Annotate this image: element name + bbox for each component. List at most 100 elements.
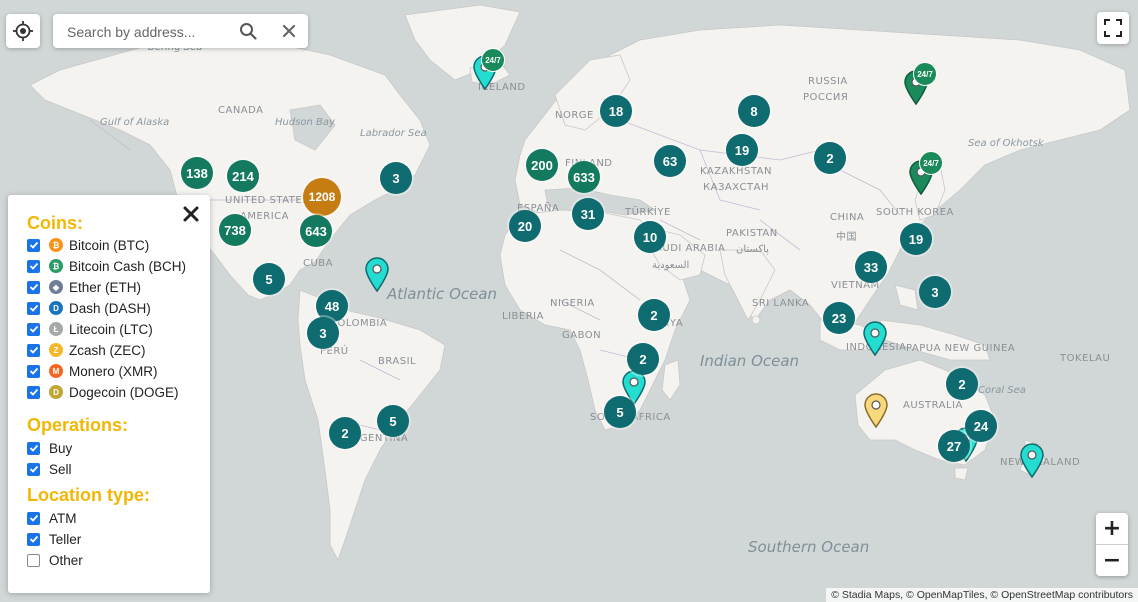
label-atlantic-ocean: Atlantic Ocean	[387, 285, 498, 303]
location-cluster[interactable]: 738	[219, 214, 251, 246]
location-cluster[interactable]: 2	[946, 368, 978, 400]
checkbox-checked[interactable]	[27, 280, 40, 294]
label-norge: NORGE	[555, 110, 594, 121]
filter-panel: Coins: ₿ Bitcoin (BTC) ₿ Bitcoin Cash (BCH)…	[8, 195, 210, 593]
location-cluster[interactable]: 2	[814, 142, 846, 174]
label-nigeria: NIGERIA	[550, 298, 595, 309]
filter-option[interactable]: Sell	[27, 460, 72, 478]
checkbox-checked[interactable]	[27, 238, 40, 252]
label-russia: RUSSIA	[808, 76, 848, 87]
label-labrador-sea: Labrador Sea	[360, 128, 427, 139]
location-cluster[interactable]: 8	[738, 95, 770, 127]
checkbox-checked[interactable]	[27, 364, 40, 378]
location-cluster[interactable]: 19	[900, 223, 932, 255]
world-map[interactable]: Bering Sea Gulf of Alaska Hudson Bay Lab…	[0, 0, 1138, 602]
location-cluster[interactable]: 138	[181, 157, 213, 189]
close-icon[interactable]	[182, 205, 200, 223]
filter-option-label: Bitcoin Cash (BCH)	[69, 258, 187, 274]
teller-pin[interactable]	[863, 392, 889, 428]
atm-pin[interactable]	[364, 256, 390, 292]
label-sri-lanka: SRI LANKA	[752, 298, 810, 309]
label-australia: AUSTRALIA	[903, 400, 963, 411]
filter-option[interactable]: D Dogecoin (DOGE)	[27, 383, 179, 401]
location-cluster[interactable]: 2	[329, 417, 361, 449]
location-cluster[interactable]: 5	[604, 396, 636, 428]
label-papua-new-guinea: PAPUA NEW GUINEA	[906, 343, 1016, 354]
filter-option-label: Other	[49, 552, 83, 568]
location-cluster[interactable]: 19	[726, 134, 758, 166]
filter-option[interactable]: Ł Litecoin (LTC)	[27, 320, 153, 338]
checkbox-checked[interactable]	[27, 385, 40, 399]
filter-option[interactable]: Buy	[27, 439, 72, 457]
map-attribution[interactable]: © Stadia Maps, © OpenMapTiles, © OpenStr…	[826, 588, 1138, 602]
label-china: CHINA	[830, 212, 865, 223]
filter-option[interactable]: M Monero (XMR)	[27, 362, 158, 380]
atm-pin[interactable]	[862, 320, 888, 356]
filter-option-label: Buy	[49, 440, 73, 456]
filter-option-label: Dogecoin (DOGE)	[69, 384, 179, 400]
checkbox-unchecked[interactable]	[27, 553, 40, 567]
label-coral-sea: Coral Sea	[978, 385, 1026, 396]
checkbox-checked[interactable]	[27, 532, 40, 546]
filter-option[interactable]: Other	[27, 551, 83, 569]
filter-option[interactable]: Z Zcash (ZEC)	[27, 341, 146, 359]
filter-option-label: Zcash (ZEC)	[69, 342, 146, 358]
checkbox-checked[interactable]	[27, 441, 40, 455]
bitcoin-icon: ₿	[49, 238, 63, 252]
location-cluster[interactable]: 18	[600, 95, 632, 127]
location-cluster[interactable]: 3	[307, 317, 339, 349]
location-cluster[interactable]: 10	[634, 221, 666, 253]
label-liberia: LIBERIA	[502, 311, 544, 322]
checkbox-checked[interactable]	[27, 511, 40, 525]
label-saudi-arabia-ar: السعودية	[652, 260, 690, 271]
label-turkiye: TÜRKİYE	[625, 207, 671, 218]
location-cluster[interactable]: 633	[568, 161, 600, 193]
checkbox-checked[interactable]	[27, 462, 40, 476]
location-cluster[interactable]: 3	[380, 162, 412, 194]
location-cluster[interactable]: 24	[965, 410, 997, 442]
checkbox-checked[interactable]	[27, 343, 40, 357]
location-cluster[interactable]: 3	[919, 276, 951, 308]
dash-icon: D	[49, 301, 63, 315]
atm-pin[interactable]	[1019, 442, 1045, 478]
zoom-out-button[interactable]: −	[1096, 545, 1128, 576]
label-hudson-bay: Hudson Bay	[275, 117, 335, 128]
filter-option[interactable]: Teller	[27, 530, 81, 548]
locate-me-button[interactable]	[6, 14, 40, 48]
location-cluster[interactable]: 643	[300, 215, 332, 247]
checkbox-checked[interactable]	[27, 259, 40, 273]
checkbox-checked[interactable]	[27, 301, 40, 315]
filter-option[interactable]: ATM	[27, 509, 77, 527]
location-cluster[interactable]: 33	[855, 251, 887, 283]
location-cluster[interactable]: 63	[654, 145, 686, 177]
filter-option[interactable]: ₿ Bitcoin Cash (BCH)	[27, 257, 186, 275]
label-gabon: GABON	[562, 330, 602, 341]
filter-option-label: Dash (DASH)	[69, 300, 151, 316]
location-cluster[interactable]: 2	[627, 343, 659, 375]
filter-option[interactable]: ◆ Ether (ETH)	[27, 278, 141, 296]
zoom-in-button[interactable]: +	[1096, 513, 1128, 545]
location-cluster[interactable]: 27	[938, 430, 970, 462]
search-icon[interactable]	[239, 22, 257, 40]
close-icon[interactable]	[281, 23, 297, 39]
location-cluster[interactable]: 5	[253, 263, 285, 295]
zcash-icon: Z	[49, 343, 63, 357]
fullscreen-button[interactable]	[1097, 12, 1129, 44]
checkbox-checked[interactable]	[27, 322, 40, 336]
location-cluster[interactable]: 31	[572, 198, 604, 230]
location-cluster[interactable]: 23	[823, 302, 855, 334]
location-cluster[interactable]: 2	[638, 299, 670, 331]
badge-24-7: 24/7	[919, 151, 943, 175]
search-bar	[53, 14, 308, 50]
location-cluster[interactable]: 5	[377, 405, 409, 437]
location-cluster[interactable]: 214	[227, 160, 259, 192]
filter-option[interactable]: ₿ Bitcoin (BTC)	[27, 236, 149, 254]
badge-24-7: 24/7	[913, 62, 937, 86]
label-canada: CANADA	[218, 105, 264, 116]
location-cluster[interactable]: 200	[526, 149, 558, 181]
search-input[interactable]	[65, 14, 229, 50]
filter-option[interactable]: D Dash (DASH)	[27, 299, 151, 317]
location-cluster[interactable]: 20	[509, 210, 541, 242]
location-cluster-large[interactable]: 1208	[303, 178, 341, 216]
label-china-zh: 中国	[836, 232, 857, 243]
